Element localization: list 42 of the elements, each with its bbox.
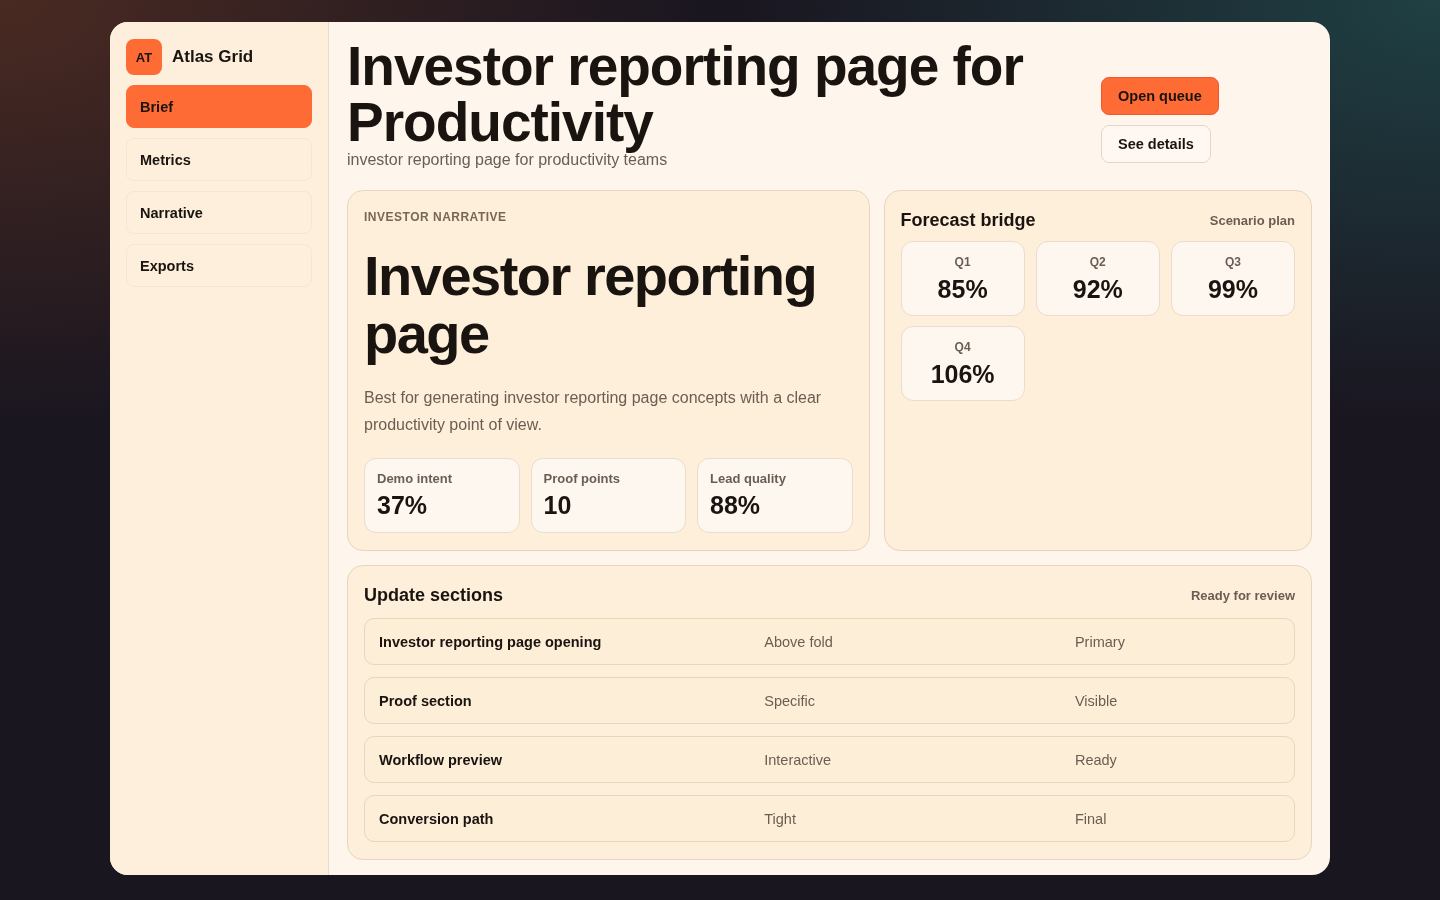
secondary-button[interactable]: See details <box>1101 125 1211 163</box>
table-cell: Final <box>1074 810 1107 827</box>
nav-item[interactable]: Metrics <box>126 138 312 181</box>
nav-item[interactable]: Narrative <box>126 191 312 234</box>
card-note: Scenario plan <box>1209 212 1295 228</box>
quarter-value: 99% <box>1207 274 1258 304</box>
stat-value: 88% <box>710 490 762 520</box>
table-cell: Primary <box>1074 633 1125 650</box>
table-cell: Specific <box>764 692 816 709</box>
stat-label: Demo intent <box>377 471 454 487</box>
table-cell: Above fold <box>764 633 833 650</box>
quarter-value: 106% <box>930 359 995 389</box>
table-cell: Workflow preview <box>379 751 502 768</box>
table-cell: Ready <box>1074 751 1117 768</box>
eyebrow-label: INVESTOR NARRATIVE <box>364 209 508 225</box>
card-title: Forecast bridge <box>900 209 1036 231</box>
table-cell: Investor reporting page opening <box>379 633 602 650</box>
nav-item[interactable]: Brief <box>126 85 312 128</box>
stat-label: Lead quality <box>710 471 787 487</box>
quarter-label: Q3 <box>1224 255 1241 270</box>
quarter-value: 85% <box>937 274 988 304</box>
stat-value: 10 <box>543 490 573 520</box>
quarter-label: Q1 <box>954 255 971 270</box>
primary-button[interactable]: Open queue <box>1101 77 1219 115</box>
stat-value: 37% <box>377 490 429 520</box>
table-cell: Interactive <box>764 751 832 768</box>
stat-label: Proof points <box>543 471 622 487</box>
narrative-description: Best for generating investor reporting page concepts with a clear productivity point of view. <box>364 388 823 435</box>
card-title: Update sections <box>364 584 504 606</box>
narrative-heading: Investor reporting page <box>364 247 818 365</box>
quarter-label: Q2 <box>1089 255 1106 270</box>
table-cell: Visible <box>1074 692 1118 709</box>
page-title: Investor reporting page for Productivity <box>347 38 1024 153</box>
card-note: Ready for review <box>1190 587 1295 603</box>
table-cell: Conversion path <box>379 810 494 827</box>
nav-item[interactable]: Exports <box>126 244 312 287</box>
quarter-label: Q4 <box>954 340 971 355</box>
quarter-value: 92% <box>1072 274 1123 304</box>
table-cell: Proof section <box>379 692 472 709</box>
brand-logo: AT <box>126 39 162 75</box>
brand-name: Atlas Grid <box>172 47 254 67</box>
table-cell: Tight <box>764 810 796 827</box>
